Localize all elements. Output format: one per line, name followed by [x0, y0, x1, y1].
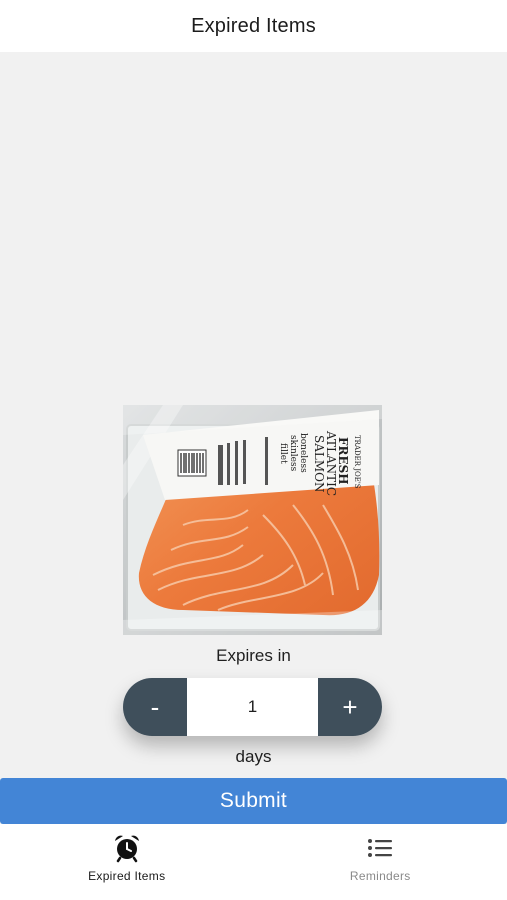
page-title: Expired Items — [191, 14, 316, 37]
salmon-package-image: FRESH ATLANTIC SALMON TRADER JOE'S bonel… — [123, 405, 382, 635]
decrement-button[interactable]: - — [123, 678, 187, 736]
days-value[interactable]: 1 — [187, 678, 318, 736]
label-line-6: fillet — [278, 443, 288, 464]
tab-expired-items[interactable]: Expired Items — [0, 824, 254, 900]
label-line-3: SALMON — [312, 435, 326, 492]
product-photo: FRESH ATLANTIC SALMON TRADER JOE'S bonel… — [123, 405, 382, 635]
alarm-clock-icon — [112, 833, 142, 863]
label-line-0: TRADER JOE'S — [353, 435, 361, 489]
expires-in-label: Expires in — [216, 646, 291, 665]
days-stepper: - 1 + — [123, 678, 382, 736]
days-unit-label: days — [235, 747, 272, 766]
label-line-5: skinless — [288, 435, 298, 472]
tab-bar: Expired Items Reminders — [0, 824, 507, 900]
tab-label: Expired Items — [88, 869, 166, 883]
list-icon — [365, 833, 395, 863]
label-line-4: boneless — [298, 433, 308, 473]
submit-button[interactable]: Submit — [0, 778, 507, 824]
increment-button[interactable]: + — [318, 678, 382, 736]
header: Expired Items — [0, 0, 507, 52]
tab-label: Reminders — [349, 869, 411, 883]
expired-items-screen: Expired Items FRESH ATLANTIC SALMON TRAD… — [0, 0, 507, 900]
tab-reminders[interactable]: Reminders — [254, 824, 507, 900]
